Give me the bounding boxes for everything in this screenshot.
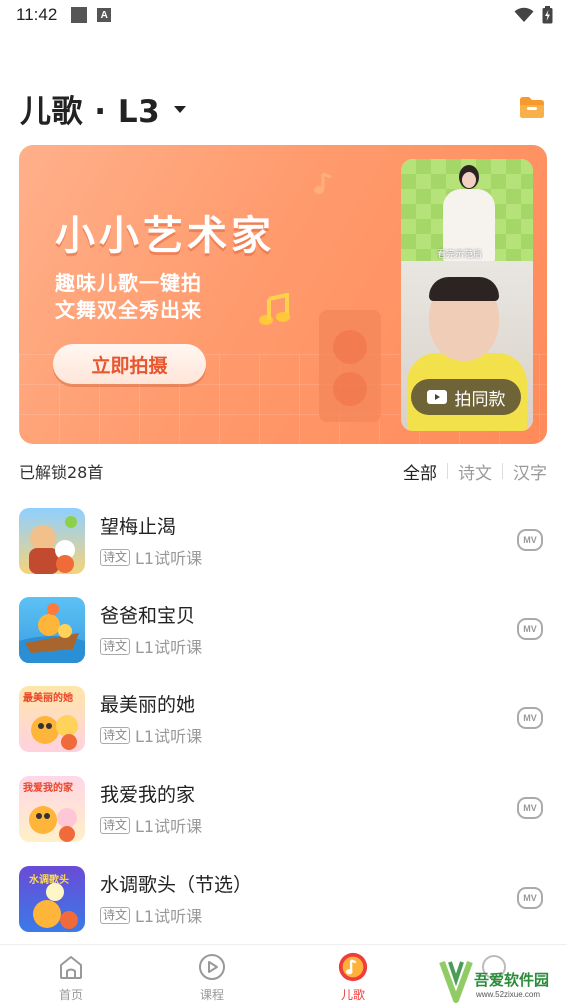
song-thumbnail	[19, 508, 85, 574]
video-preview-card[interactable]: 看完示范后 拍同款	[401, 159, 533, 431]
library-filter-row: 已解锁28首 全部 诗文 汉字	[19, 459, 547, 484]
watermark-brand: 吾爱软件园	[474, 971, 550, 989]
video-caption: 看完示范后	[437, 250, 483, 260]
song-level: L1试听课	[135, 817, 203, 836]
mv-icon[interactable]: MV	[517, 887, 543, 909]
song-meta: 诗文 L1试听课	[100, 545, 202, 569]
song-title: 爸爸和宝贝	[100, 605, 196, 627]
tab-home[interactable]: 首页	[31, 951, 111, 1007]
song-item[interactable]: 我爱我的家 我爱我的家 诗文 L1试听课 MV	[19, 776, 547, 842]
page-title: 儿歌 · L3	[20, 93, 161, 130]
caret-down-icon	[174, 105, 187, 113]
song-title: 最美丽的她	[100, 694, 196, 716]
notification-square-icon	[71, 7, 88, 23]
song-thumbnail: 最美丽的她	[19, 686, 85, 752]
song-level: L1试听课	[135, 549, 203, 568]
filter-divider	[447, 463, 448, 479]
tab-courses-label: 课程	[199, 988, 224, 1002]
song-meta: 诗文 L1试听课	[100, 813, 202, 837]
watermark-url: www.52zixue.com	[476, 990, 541, 999]
banner-subtitle-line2: 文舞双全秀出来	[55, 298, 202, 322]
filter-chinese-characters[interactable]: 汉字	[513, 459, 547, 484]
mv-icon[interactable]: MV	[517, 618, 543, 640]
filter-poetry[interactable]: 诗文	[458, 459, 492, 484]
status-time: 11:42	[16, 5, 58, 24]
song-level: L1试听课	[135, 638, 203, 657]
wifi-icon	[514, 7, 534, 22]
tab-home-label: 首页	[58, 988, 83, 1002]
shoot-now-button[interactable]: 立即拍摄	[53, 344, 206, 384]
filter-all[interactable]: 全部	[403, 459, 437, 484]
video-camera-icon	[426, 390, 447, 404]
banner-subtitle-line1: 趣味儿歌一键拍	[55, 271, 202, 295]
song-tag: 诗文	[100, 726, 131, 744]
song-title: 水调歌头（节选）	[100, 874, 253, 896]
small-music-note-decoration-icon	[314, 172, 332, 194]
song-thumbnail	[19, 597, 85, 663]
home-icon	[60, 956, 82, 979]
song-level: L1试听课	[135, 907, 203, 926]
song-title: 我爱我的家	[100, 784, 196, 806]
song-meta: 诗文 L1试听课	[100, 903, 202, 927]
banner-title: 小小艺术家	[55, 213, 275, 259]
watermark-logo-icon	[439, 960, 473, 1003]
tab-songs-label: 儿歌	[340, 988, 365, 1002]
tab-courses[interactable]: 课程	[172, 951, 252, 1007]
song-item[interactable]: 最美丽的她 最美丽的她 诗文 L1试听课 MV	[19, 686, 547, 752]
song-tag: 诗文	[100, 637, 131, 655]
song-tag: 诗文	[100, 906, 131, 924]
site-watermark: 吾爱软件园 www.52zixue.com	[436, 952, 567, 1007]
song-item[interactable]: 望梅止渴 诗文 L1试听课 MV	[19, 508, 547, 574]
shoot-same-label: 拍同款	[454, 389, 506, 410]
play-circle-icon	[199, 954, 225, 980]
music-note-decoration-icon	[259, 293, 290, 325]
status-bar: 11:42 A	[0, 0, 567, 30]
promo-banner[interactable]: 小小艺术家 趣味儿歌一键拍 文舞双全秀出来 立即拍摄 看完示范后 拍同款	[19, 145, 547, 444]
shoot-same-button[interactable]: 拍同款	[411, 379, 521, 415]
mv-icon[interactable]: MV	[517, 707, 543, 729]
speaker-decoration	[319, 310, 381, 422]
folder-icon[interactable]	[518, 95, 546, 119]
battery-icon	[542, 6, 553, 24]
teacher-video-thumbnail: 看完示范后	[401, 159, 533, 261]
song-level: L1试听课	[135, 727, 203, 746]
song-thumbnail: 我爱我的家	[19, 776, 85, 842]
tab-songs[interactable]: 儿歌	[313, 951, 393, 1007]
song-title: 望梅止渴	[100, 516, 177, 538]
song-meta: 诗文 L1试听课	[100, 634, 202, 658]
filter-divider	[502, 463, 503, 479]
song-thumbnail: 水调歌头	[19, 866, 85, 932]
song-tag: 诗文	[100, 816, 131, 834]
level-selector[interactable]: 儿歌 · L3	[20, 86, 187, 130]
song-meta: 诗文 L1试听课	[100, 723, 202, 747]
mv-icon[interactable]: MV	[517, 797, 543, 819]
music-note-icon	[338, 952, 368, 982]
filter-tabs: 全部 诗文 汉字	[403, 459, 547, 484]
notification-app-icon: A	[97, 8, 112, 22]
unlocked-count: 已解锁28首	[19, 463, 104, 482]
mv-icon[interactable]: MV	[517, 529, 543, 551]
song-item[interactable]: 水调歌头 水调歌头（节选） 诗文 L1试听课 MV	[19, 866, 547, 932]
song-tag: 诗文	[100, 548, 131, 566]
song-item[interactable]: 爸爸和宝贝 诗文 L1试听课 MV	[19, 597, 547, 663]
